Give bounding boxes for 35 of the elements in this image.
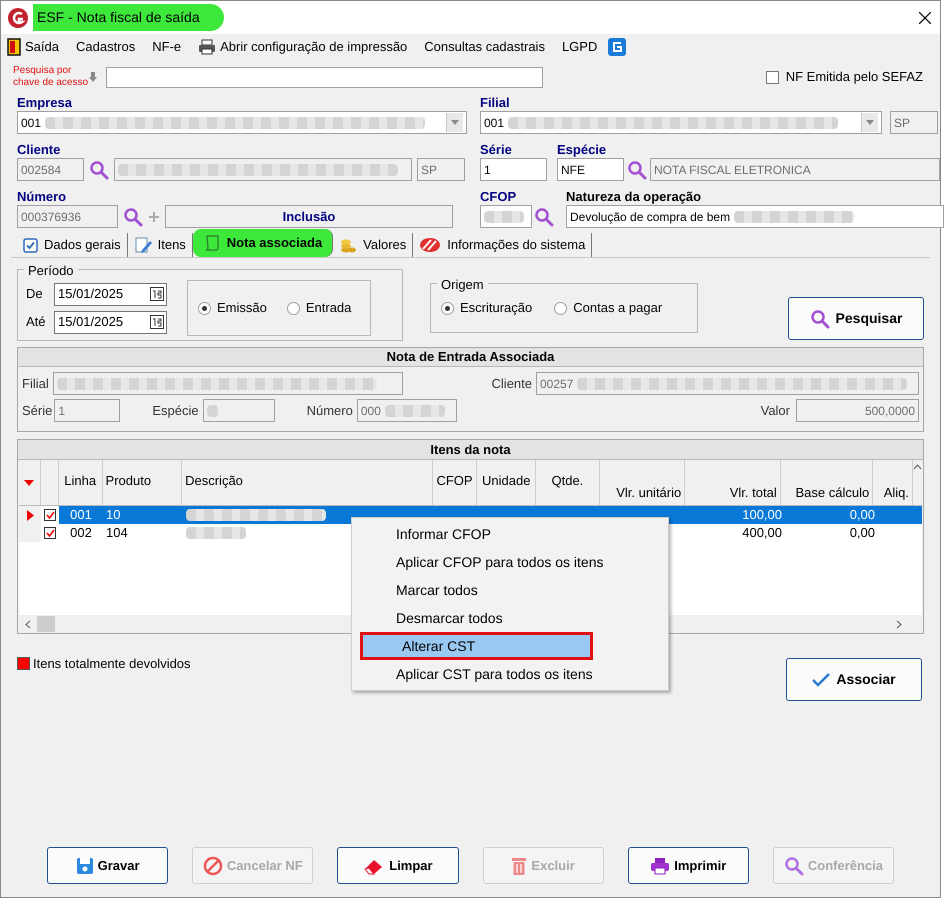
field-label: Número (17, 189, 68, 205)
field-label: Cliente (17, 142, 62, 158)
search-label: Pesquisa por chave de acesso (13, 65, 89, 89)
field-label: Série (480, 142, 513, 158)
table-cell-text: 100,00 (742, 506, 782, 524)
field-label: Número (306, 402, 353, 420)
panel-header: Nota de Entrada Associada (18, 348, 923, 367)
window-title: ESF - Nota fiscal de saída (33, 4, 224, 31)
field-label: Filial (22, 374, 49, 393)
table-cell-text: 0,00 (850, 524, 875, 542)
field-label: Série (22, 402, 52, 420)
field-label: Empresa (17, 95, 73, 111)
table-cell-text: 400,00 (742, 524, 782, 542)
radio-label: Entrada (306, 299, 352, 318)
legend-label: Itens totalmente devolvidos (33, 655, 191, 673)
table-cell-text: 10 (106, 506, 120, 524)
table-cell-text: 104 (106, 524, 128, 542)
status-field: Inclusão (165, 205, 453, 228)
radio-label: Emissão (217, 299, 267, 318)
field-label: Cliente (492, 374, 532, 393)
checkbox-label: NF Emitida pelo SEFAZ (786, 68, 923, 86)
table-cell-text: 002 (70, 524, 92, 542)
table-cell-text: 0,00 (850, 506, 875, 524)
panel-header: Itens da nota (18, 440, 923, 460)
field-label: Até (26, 313, 47, 332)
field-label: Valor (760, 402, 790, 420)
field-label: Filial (480, 95, 511, 111)
radio-label: Contas a pagar (573, 299, 662, 318)
field-label: CFOP (480, 189, 518, 205)
field-label: Natureza da operação (566, 189, 702, 205)
table-cell-text: 001 (70, 506, 92, 524)
field-label: De (26, 285, 44, 304)
field-label: Espécie (152, 402, 199, 420)
field-label: Espécie (557, 142, 608, 158)
radio-label: Escrituração (460, 299, 532, 318)
